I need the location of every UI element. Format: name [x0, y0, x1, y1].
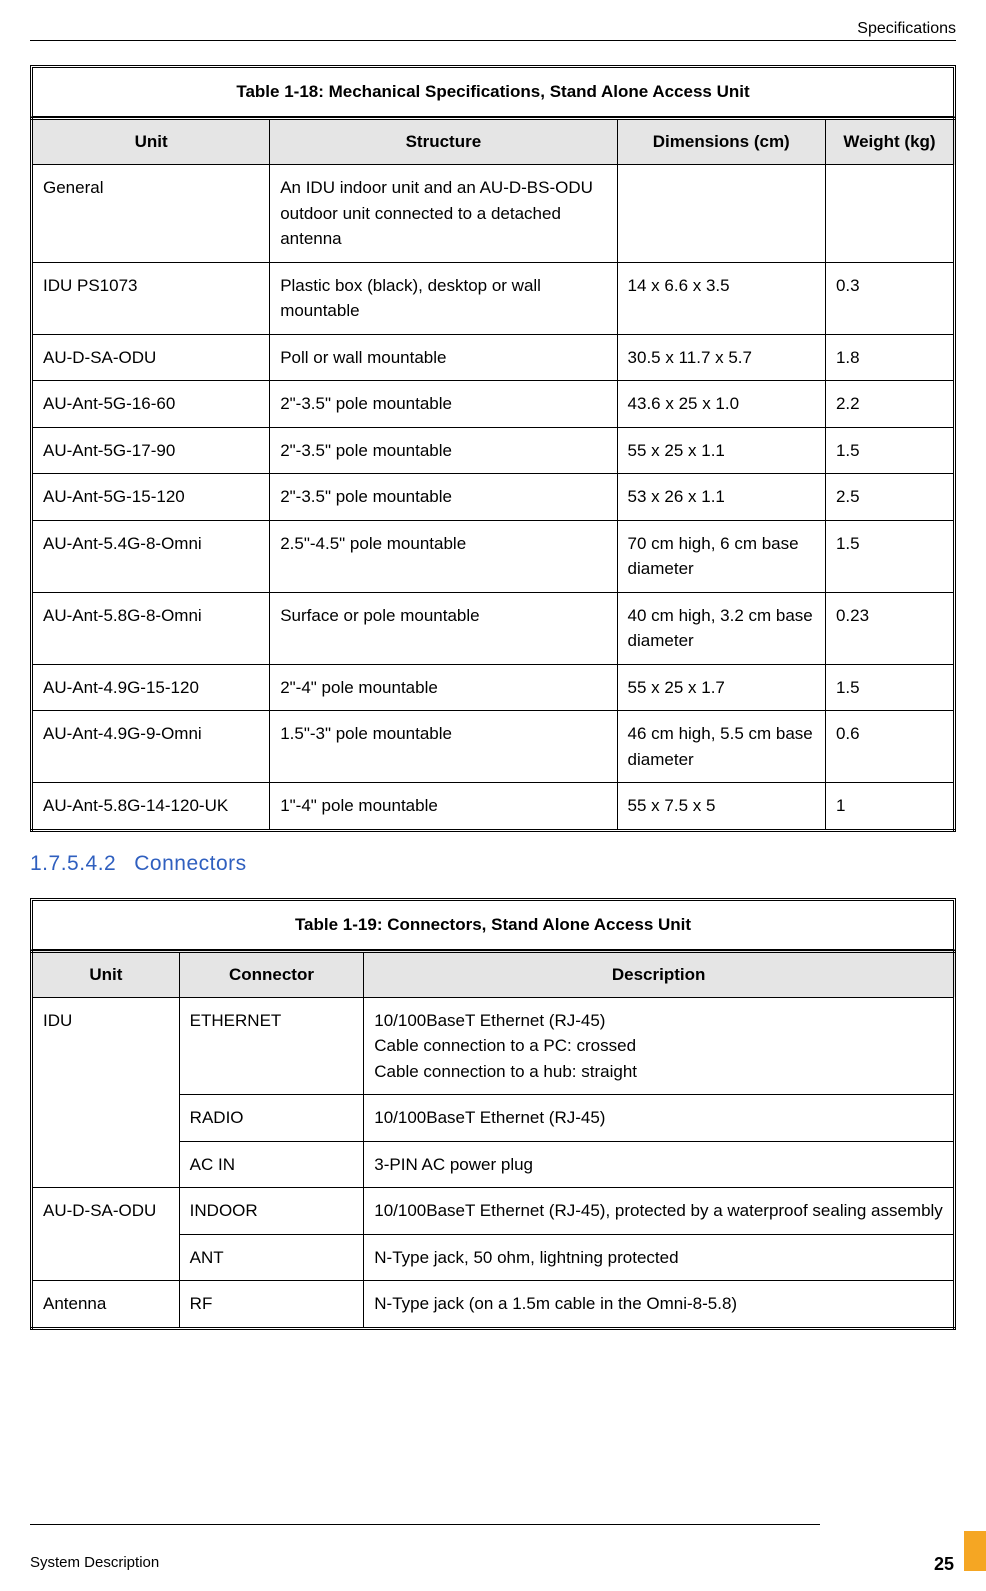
cell: 2"-3.5" pole mountable	[270, 381, 617, 428]
cell: 1.8	[825, 334, 954, 381]
cell: 40 cm high, 3.2 cm base diameter	[617, 592, 825, 664]
cell: 55 x 7.5 x 5	[617, 783, 825, 831]
cell: 46 cm high, 5.5 cm base diameter	[617, 711, 825, 783]
col-header: Weight (kg)	[825, 119, 954, 165]
cell: N-Type jack, 50 ohm, lightning protected	[364, 1234, 955, 1281]
cell: AU-Ant-4.9G-9-Omni	[32, 711, 270, 783]
cell: Plastic box (black), desktop or wall mou…	[270, 262, 617, 334]
cell: AU-Ant-5.8G-8-Omni	[32, 592, 270, 664]
cell	[825, 165, 954, 263]
page-tab-icon	[964, 1531, 986, 1571]
footer-divider	[30, 1524, 820, 1525]
col-header: Dimensions (cm)	[617, 119, 825, 165]
cell: AC IN	[179, 1141, 364, 1188]
cell: RADIO	[179, 1095, 364, 1142]
cell: RF	[179, 1281, 364, 1329]
col-header: Structure	[270, 119, 617, 165]
cell: 2"-3.5" pole mountable	[270, 474, 617, 521]
cell: Surface or pole mountable	[270, 592, 617, 664]
table-row: AU-Ant-5.8G-14-120-UK1"-4" pole mountabl…	[32, 783, 955, 831]
col-header: Description	[364, 951, 955, 997]
table-1-19: Table 1-19: Connectors, Stand Alone Acce…	[30, 898, 956, 1330]
cell: 1	[825, 783, 954, 831]
col-header: Unit	[32, 119, 270, 165]
page-footer: System Description 25	[30, 1524, 986, 1571]
cell: 0.3	[825, 262, 954, 334]
table-row: AU-Ant-5.8G-8-OmniSurface or pole mounta…	[32, 592, 955, 664]
cell: 1.5"-3" pole mountable	[270, 711, 617, 783]
cell: IDU PS1073	[32, 262, 270, 334]
cell: AU-Ant-5G-16-60	[32, 381, 270, 428]
table-row: AU-Ant-5G-15-1202"-3.5" pole mountable53…	[32, 474, 955, 521]
cell: 2"-3.5" pole mountable	[270, 427, 617, 474]
running-header: Specifications	[30, 20, 956, 41]
table-row: Unit Structure Dimensions (cm) Weight (k…	[32, 119, 955, 165]
table-row: IDUETHERNET10/100BaseT Ethernet (RJ-45) …	[32, 997, 955, 1095]
table-row: AU-D-SA-ODUINDOOR10/100BaseT Ethernet (R…	[32, 1188, 955, 1235]
cell: 2.2	[825, 381, 954, 428]
col-header: Connector	[179, 951, 364, 997]
table-row: AU-Ant-5G-16-602"-3.5" pole mountable43.…	[32, 381, 955, 428]
col-header: Unit	[32, 951, 180, 997]
cell: 55 x 25 x 1.1	[617, 427, 825, 474]
cell: ETHERNET	[179, 997, 364, 1095]
cell: AU-Ant-5G-15-120	[32, 474, 270, 521]
cell: 10/100BaseT Ethernet (RJ-45) Cable conne…	[364, 997, 955, 1095]
cell: 2.5	[825, 474, 954, 521]
cell: AU-Ant-5.4G-8-Omni	[32, 520, 270, 592]
cell: 0.6	[825, 711, 954, 783]
cell: 10/100BaseT Ethernet (RJ-45)	[364, 1095, 955, 1142]
section-heading: 1.7.5.4.2 Connectors	[30, 852, 956, 876]
cell: 10/100BaseT Ethernet (RJ-45), protected …	[364, 1188, 955, 1235]
cell: IDU	[32, 997, 180, 1188]
table-row: AntennaRFN-Type jack (on a 1.5m cable in…	[32, 1281, 955, 1329]
cell: 0.23	[825, 592, 954, 664]
cell: 3-PIN AC power plug	[364, 1141, 955, 1188]
page-number: 25	[924, 1554, 964, 1577]
cell: An IDU indoor unit and an AU-D-BS-ODU ou…	[270, 165, 617, 263]
table-1-18: Table 1-18: Mechanical Specifications, S…	[30, 65, 956, 832]
cell: Poll or wall mountable	[270, 334, 617, 381]
cell: AU-Ant-4.9G-15-120	[32, 664, 270, 711]
cell: Antenna	[32, 1281, 180, 1329]
table-row: GeneralAn IDU indoor unit and an AU-D-BS…	[32, 165, 955, 263]
table-1-19-caption: Table 1-19: Connectors, Stand Alone Acce…	[30, 898, 956, 950]
cell: 1"-4" pole mountable	[270, 783, 617, 831]
cell: INDOOR	[179, 1188, 364, 1235]
table-1-18-caption: Table 1-18: Mechanical Specifications, S…	[30, 65, 956, 117]
cell	[617, 165, 825, 263]
table-row: AU-Ant-4.9G-9-Omni1.5"-3" pole mountable…	[32, 711, 955, 783]
cell: AU-Ant-5G-17-90	[32, 427, 270, 474]
footer-left-text: System Description	[30, 1554, 159, 1571]
cell: 1.5	[825, 664, 954, 711]
cell: 43.6 x 25 x 1.0	[617, 381, 825, 428]
cell: 2.5"-4.5" pole mountable	[270, 520, 617, 592]
cell: 1.5	[825, 427, 954, 474]
table-row: AU-Ant-4.9G-15-1202"-4" pole mountable55…	[32, 664, 955, 711]
table-row: AU-Ant-5G-17-902"-3.5" pole mountable55 …	[32, 427, 955, 474]
page: Specifications Table 1-18: Mechanical Sp…	[0, 0, 986, 1591]
cell: 70 cm high, 6 cm base diameter	[617, 520, 825, 592]
table-row: AU-Ant-5.4G-8-Omni2.5"-4.5" pole mountab…	[32, 520, 955, 592]
cell: General	[32, 165, 270, 263]
cell: ANT	[179, 1234, 364, 1281]
table-row: Unit Connector Description	[32, 951, 955, 997]
section-number: 1.7.5.4.2	[30, 852, 116, 875]
table-row: AU-D-SA-ODUPoll or wall mountable30.5 x …	[32, 334, 955, 381]
table-row: IDU PS1073Plastic box (black), desktop o…	[32, 262, 955, 334]
cell: 30.5 x 11.7 x 5.7	[617, 334, 825, 381]
cell: 14 x 6.6 x 3.5	[617, 262, 825, 334]
cell: AU-Ant-5.8G-14-120-UK	[32, 783, 270, 831]
cell: AU-D-SA-ODU	[32, 1188, 180, 1281]
cell: 1.5	[825, 520, 954, 592]
cell: 53 x 26 x 1.1	[617, 474, 825, 521]
section-title: Connectors	[134, 852, 246, 875]
cell: N-Type jack (on a 1.5m cable in the Omni…	[364, 1281, 955, 1329]
cell: 2"-4" pole mountable	[270, 664, 617, 711]
cell: AU-D-SA-ODU	[32, 334, 270, 381]
cell: 55 x 25 x 1.7	[617, 664, 825, 711]
